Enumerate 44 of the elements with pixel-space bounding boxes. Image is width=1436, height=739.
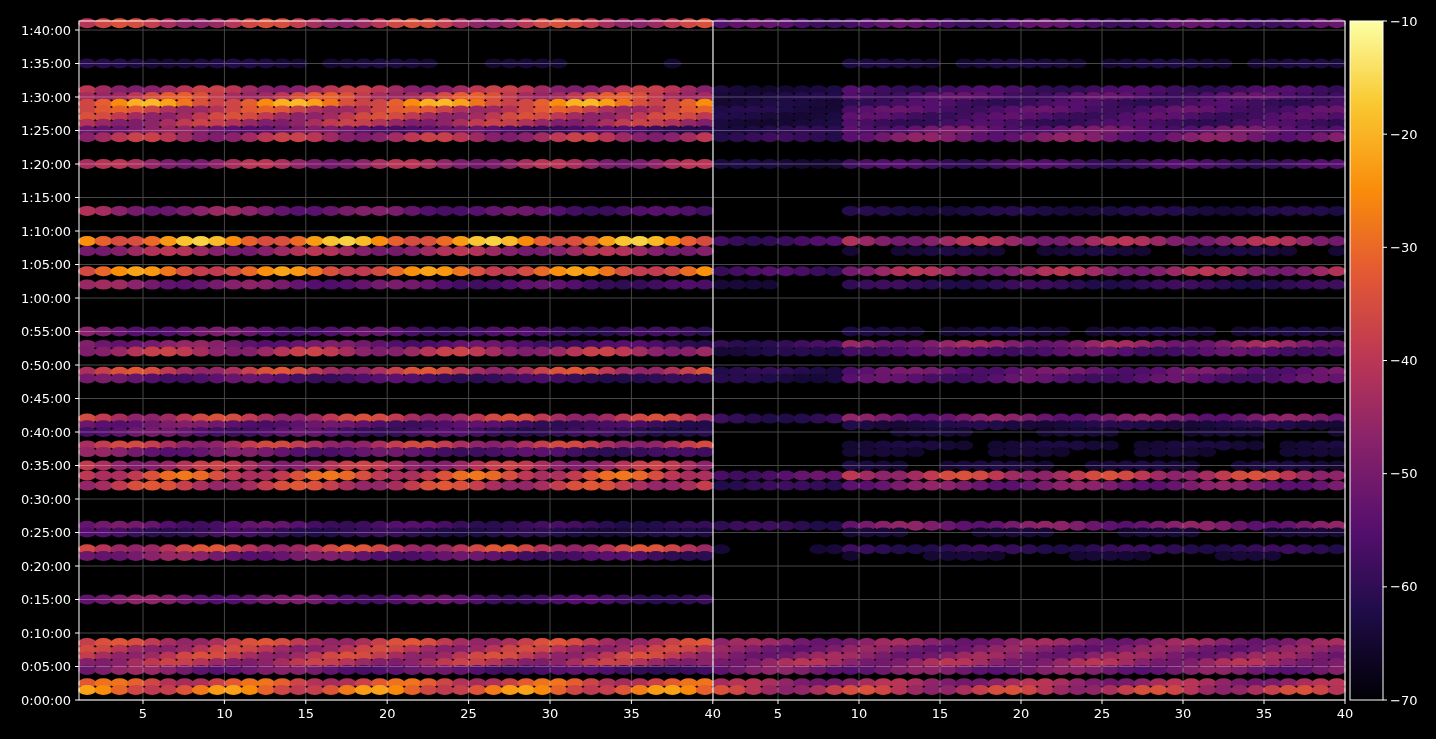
y-tick-label: 0:10:00	[20, 625, 71, 641]
y-tick-label: 0:55:00	[20, 324, 71, 339]
y-tick-label: 0:00:00	[20, 692, 71, 708]
y-tick-label: 1:40:00	[20, 22, 71, 38]
x-tick-label: 20	[1012, 706, 1030, 721]
y-tick-label: 0:20:00	[20, 558, 71, 574]
x-tick-label: 5	[773, 706, 783, 721]
x-tick-label: 40	[704, 706, 722, 721]
x-tick-label: 20	[378, 706, 396, 721]
x-tick-label: 25	[460, 706, 477, 721]
x-tick-label: 40	[1336, 706, 1354, 721]
x-tick-label: 15	[931, 706, 949, 721]
x-tick-label: 30	[541, 706, 559, 721]
y-tick-label: 0:25:00	[20, 525, 71, 540]
y-tick-label: 0:40:00	[20, 424, 71, 440]
y-tick-label: 0:35:00	[20, 458, 71, 473]
y-tick-label: 1:30:00	[20, 89, 71, 105]
y-tick-label: 0:45:00	[20, 391, 71, 406]
y-tick-label: 1:35:00	[20, 56, 71, 71]
x-tick-label: 35	[623, 706, 640, 721]
colorbar-tick-label: −70	[1390, 692, 1418, 708]
colorbar-tick-label: −40	[1390, 353, 1418, 368]
colorbar-tick-label: −30	[1390, 239, 1418, 255]
x-tick-label: 35	[1255, 706, 1273, 721]
x-tick-label: 5	[138, 706, 148, 721]
y-tick-label: 0:15:00	[20, 592, 71, 607]
y-tick-label: 1:00:00	[20, 290, 71, 306]
x-tick-label: 10	[216, 706, 233, 721]
x-tick-label: 25	[1093, 706, 1111, 721]
x-tick-label: 15	[297, 706, 315, 721]
y-tick-label: 1:05:00	[20, 257, 71, 272]
colorbar-tick-label: −20	[1390, 126, 1418, 142]
colorbar-tick-label: −60	[1390, 579, 1418, 595]
colorbar-tick-label: −50	[1390, 466, 1418, 482]
y-tick-label: 0:05:00	[20, 659, 71, 674]
colorbar-tick-label: −10	[1390, 13, 1418, 29]
y-tick-label: 1:25:00	[20, 123, 71, 138]
y-tick-label: 1:20:00	[20, 156, 71, 172]
y-tick-label: 0:30:00	[20, 491, 71, 507]
y-tick-label: 1:10:00	[20, 223, 71, 239]
y-tick-label: 0:50:00	[20, 357, 71, 373]
y-tick-label: 1:15:00	[20, 190, 71, 205]
x-tick-label: 10	[850, 706, 868, 721]
x-tick-label: 30	[1174, 706, 1192, 721]
